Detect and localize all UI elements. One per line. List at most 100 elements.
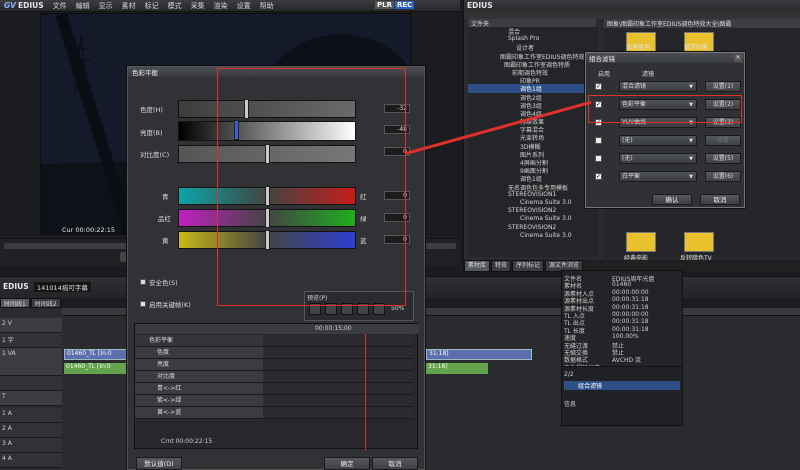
track-header[interactable]: 2 V — [0, 318, 62, 333]
track-header[interactable]: 1 A — [0, 408, 62, 423]
cancel-button[interactable]: 取消 — [372, 457, 418, 470]
enable-checkbox[interactable]: ✓ — [595, 173, 602, 180]
combine-ok-button[interactable]: 确认 — [652, 194, 692, 205]
settings-button[interactable]: 设置(6) — [705, 171, 741, 182]
menu-help[interactable]: 帮助 — [260, 1, 274, 11]
tree-item[interactable]: STEREOVISION2 — [468, 224, 598, 232]
tree-item[interactable]: 调色2组 — [468, 93, 598, 102]
keyframe-list: 色彩平衡 色度 亮度 对比度 青<->红 紫<->绿 黄<->蓝 — [135, 335, 263, 439]
annotation-highlight — [588, 95, 742, 123]
tree-item[interactable]: STEREOVISION1 — [468, 191, 598, 199]
brightness-label: 亮度(B) — [140, 129, 163, 137]
kf-lane[interactable] — [263, 395, 413, 407]
keyframe-option[interactable]: 启用关键帧(K) — [140, 299, 191, 309]
kf-item[interactable]: 对比度 — [135, 371, 263, 383]
track-header[interactable]: 2 A — [0, 423, 62, 438]
kf-lane[interactable] — [263, 335, 413, 347]
menu-view[interactable]: 显示 — [99, 1, 113, 11]
filter-select[interactable]: 白平衡 ▼ — [619, 171, 697, 182]
tab-markers[interactable]: 序列标记 — [512, 260, 545, 272]
kf-item[interactable]: 紫<->绿 — [135, 395, 263, 407]
asset-thumb[interactable] — [626, 232, 656, 252]
tree-item[interactable]: Cinema Suite 3.0 — [468, 232, 598, 240]
ok-button[interactable]: 确定 — [324, 457, 370, 470]
close-icon[interactable]: × — [734, 54, 742, 62]
kf-item[interactable]: 色度 — [135, 347, 263, 359]
kf-item[interactable]: 色彩平衡 — [135, 335, 263, 347]
track-header[interactable]: 1 字 — [0, 333, 62, 348]
tree-item[interactable]: 印象PR — [468, 76, 598, 85]
layer-page: 2/2 — [564, 371, 574, 378]
audio-clip[interactable]: 01460_TL [In:0 — [64, 363, 128, 374]
settings-button[interactable]: 设置 — [705, 135, 741, 146]
tree-item[interactable]: 设计者 — [468, 43, 598, 52]
tab-timeline1[interactable]: 时间线1 — [0, 298, 30, 308]
tree-item[interactable]: Splash Pro — [468, 35, 598, 43]
plr-rec-toggle[interactable]: PLR REC — [375, 1, 415, 9]
filter-select[interactable]: (无) ▼ — [619, 135, 697, 146]
track-header[interactable]: 3 A — [0, 438, 62, 453]
rec-label[interactable]: REC — [394, 1, 415, 9]
combine-cancel-button[interactable]: 取消 — [700, 194, 740, 205]
tree-item[interactable]: 图片系列 — [468, 150, 598, 159]
menu-render[interactable]: 渲染 — [214, 1, 228, 11]
asset-thumb[interactable] — [684, 232, 714, 252]
audio-clip[interactable]: 31:18] — [426, 363, 488, 374]
kf-item[interactable]: 黄<->蓝 — [135, 407, 263, 419]
tab-effects[interactable]: 特效 — [491, 260, 512, 272]
track-header[interactable]: 1 VA — [0, 348, 62, 376]
kf-lane[interactable] — [263, 383, 413, 395]
menu-mode[interactable]: 模式 — [168, 1, 182, 11]
filter-select[interactable]: 混合滤镜 ▼ — [619, 81, 697, 92]
enable-checkbox[interactable] — [595, 137, 602, 144]
tree-item[interactable]: 光束转场 — [468, 133, 598, 142]
filter-select[interactable]: (无) ▼ — [619, 153, 697, 164]
kf-item[interactable]: 青<->红 — [135, 383, 263, 395]
track-header[interactable]: 4 A — [0, 453, 62, 468]
plr-label[interactable]: PLR — [375, 1, 394, 9]
folder-tree[interactable]: 混合 Splash Pro 设计者 图霸印象工作室EDIUS调色特效大全 图霸印… — [468, 27, 598, 257]
tree-item[interactable]: 4屏画分割 — [468, 158, 598, 167]
track-header[interactable] — [0, 376, 62, 391]
video-clip[interactable]: 31:18] — [426, 349, 532, 360]
tab-timeline2[interactable]: 时间线2 — [30, 298, 61, 308]
menu-capture[interactable]: 采集 — [191, 1, 205, 11]
safe-color-option[interactable]: 安全色(S) — [140, 277, 178, 287]
default-button[interactable]: 默认值(D) — [136, 457, 182, 470]
tree-item[interactable]: 前期调色特效 — [468, 68, 598, 77]
settings-button[interactable]: 设置(1) — [705, 81, 741, 92]
tree-item[interactable]: Cinema Suite 3.0 — [468, 215, 598, 223]
kf-lane[interactable] — [263, 359, 413, 371]
tree-item[interactable]: 9画面分割 — [468, 166, 598, 175]
tree-item[interactable]: 调色1组 — [468, 174, 598, 183]
checkbox-icon[interactable] — [140, 279, 146, 285]
video-clip[interactable]: 01460_TL [In:0 — [64, 349, 128, 360]
track-header[interactable]: T — [0, 391, 62, 406]
menu-file[interactable]: 文件 — [53, 1, 67, 11]
menu-marker[interactable]: 标记 — [145, 1, 159, 11]
checkbox-icon[interactable] — [140, 301, 146, 307]
kf-item[interactable]: 亮度 — [135, 359, 263, 371]
enable-checkbox[interactable] — [595, 155, 602, 162]
settings-button[interactable]: 设置(5) — [705, 153, 741, 164]
tree-item[interactable]: 3D模糊 — [468, 142, 598, 151]
menu-edit[interactable]: 编辑 — [76, 1, 90, 11]
kf-lane[interactable] — [263, 407, 413, 419]
tree-item[interactable]: 无名调色包多专用模板 — [468, 183, 598, 192]
menu-settings[interactable]: 设置 — [237, 1, 251, 11]
tree-item-selected[interactable]: 调色1组 — [468, 84, 598, 93]
layer-item[interactable]: 组合滤镜 — [564, 381, 680, 390]
kf-lane[interactable] — [263, 371, 413, 383]
menu-clip[interactable]: 素材 — [122, 1, 136, 11]
tree-item[interactable]: 图霸印象工作室调色特质 — [468, 60, 598, 69]
tree-item[interactable]: Cinema Suite 3.0 — [468, 199, 598, 207]
info-value: 00:00:00:00 — [612, 288, 649, 296]
tab-bin[interactable]: 素材库 — [464, 260, 491, 272]
enable-checkbox[interactable]: ✓ — [595, 83, 602, 90]
tree-item[interactable]: STEREOVISION2 — [468, 207, 598, 215]
tree-item[interactable]: 图霸印象工作室EDIUS调色特效大全 — [468, 52, 598, 61]
info-value: 00:00:00:00 — [612, 311, 649, 318]
kf-lane[interactable] — [263, 347, 413, 359]
kf-playhead[interactable] — [365, 334, 366, 450]
tree-item[interactable]: 混合 — [468, 27, 598, 36]
